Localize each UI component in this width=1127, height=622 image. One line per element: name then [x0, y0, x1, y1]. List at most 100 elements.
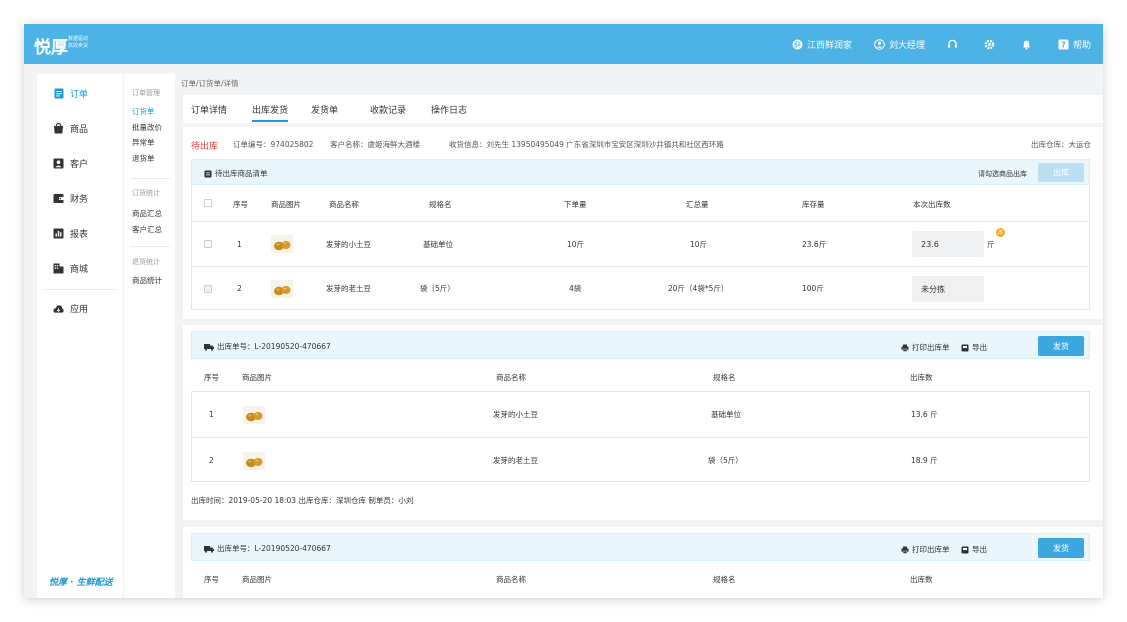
- pending-list-header: 待出库商品清单 请勾选商品出库 出库: [191, 159, 1090, 185]
- col-out-qty: 出库数: [910, 373, 933, 382]
- col-image: 商品图片: [242, 373, 272, 382]
- nav-label-goods: 商品: [70, 125, 89, 135]
- nav-item-customer[interactable]: 客户: [53, 157, 88, 170]
- col-index: 序号: [233, 200, 248, 209]
- receiver-info: 收货信息：刘先生 13950495049 广东省深圳市宝安区深圳沙井镇共和社区西…: [449, 140, 724, 149]
- print-outbound-button[interactable]: 打印出库单: [901, 544, 950, 555]
- subnav-item-exception[interactable]: 异常单: [132, 137, 155, 148]
- row-name: 发芽的小土豆: [493, 410, 538, 419]
- out-qty-input[interactable]: 23.6: [912, 231, 984, 257]
- tab-operation-log[interactable]: 操作日志: [431, 103, 467, 116]
- subnav-item-customer-summary[interactable]: 客户汇总: [132, 224, 162, 235]
- store-name: 江西鲜润家: [806, 40, 852, 51]
- shipment-card: 出库单号：L-20190520-470667 打印出库单 导出 发货 序号 商品…: [183, 325, 1103, 520]
- top-actions: 鲜 江西鲜润家 刘大经理 ? 帮助: [770, 24, 1091, 64]
- nav-item-order[interactable]: 订单: [53, 87, 88, 100]
- headset-icon: [947, 39, 958, 50]
- export-button[interactable]: 导出: [961, 342, 987, 353]
- potato-thumbnail: [271, 222, 293, 266]
- row-index: 1: [237, 239, 242, 249]
- settings-button[interactable]: [984, 39, 999, 50]
- tab-payment-record[interactable]: 收款记录: [370, 103, 406, 116]
- row-checkbox[interactable]: [204, 222, 212, 266]
- row-checkbox[interactable]: [204, 267, 212, 310]
- col-ordered: 下单量: [564, 200, 587, 209]
- help-icon: ?: [1058, 39, 1069, 50]
- nav-label-finance: 财务: [70, 195, 89, 205]
- shipment-table-header: 序号 商品图片 商品名称 规格名 出库数: [191, 561, 1090, 593]
- user-name: 刘大经理: [888, 40, 925, 51]
- col-out-qty: 本次出库数: [913, 200, 951, 209]
- outbound-button[interactable]: 出库: [1038, 163, 1084, 182]
- row-ordered: 4袋: [569, 284, 582, 293]
- row-index: 2: [209, 456, 214, 465]
- service-button[interactable]: [947, 39, 962, 50]
- detail-tabs: 订单详情 出库发货 发货单 收款记录 操作日志: [183, 95, 1103, 123]
- nav-item-report[interactable]: 报表: [53, 227, 88, 240]
- row-out-qty: 13.6 斤: [911, 410, 938, 419]
- row-summary: 20斤（4袋*5斤）: [668, 284, 729, 293]
- col-name: 商品名称: [329, 200, 359, 209]
- subnav-group-order: 订单管理: [132, 89, 160, 97]
- export-button[interactable]: 导出: [961, 544, 987, 555]
- nav-item-goods[interactable]: 商品: [53, 122, 88, 135]
- gear-icon: [984, 39, 995, 50]
- order-status: 待出库: [191, 142, 219, 152]
- subnav-item-returns[interactable]: 退货单: [132, 153, 155, 164]
- nav-divider: [45, 289, 115, 290]
- store-switcher[interactable]: 鲜 江西鲜润家: [792, 38, 852, 51]
- notification-button[interactable]: [1021, 39, 1036, 50]
- row-out-qty: 18.9 斤: [911, 456, 938, 465]
- table-row: 2 发芽的老土豆 袋（5斤） 18.9 斤: [192, 437, 1089, 483]
- nav-label-customer: 客户: [70, 160, 89, 170]
- export-icon: [961, 344, 969, 352]
- select-hint: 请勾选商品出库: [978, 170, 1027, 178]
- export-label: 导出: [972, 343, 987, 352]
- col-image: 商品图片: [271, 200, 301, 209]
- user-menu[interactable]: 刘大经理: [874, 38, 925, 51]
- ship-button[interactable]: 发货: [1038, 538, 1084, 558]
- subnav-item-goods-stats[interactable]: 商品统计: [132, 275, 162, 286]
- logo-tagline-2: 高效卖货: [68, 43, 89, 49]
- col-name: 商品名称: [496, 575, 526, 584]
- col-image: 商品图片: [242, 575, 272, 584]
- pending-list-title-text: 待出库商品清单: [215, 169, 268, 178]
- ship-button[interactable]: 发货: [1038, 336, 1084, 356]
- clipboard-icon: [204, 170, 212, 178]
- pending-outbound-card: 待出库 订单编号：974025802 客户名称：虞姬海鲜大酒楼 收货信息：刘先生…: [183, 127, 1103, 319]
- app-logo[interactable]: 悦厚: [34, 33, 68, 58]
- export-icon: [961, 546, 969, 554]
- active-tab-indicator: [252, 120, 288, 122]
- unsorted-status: 未分拣: [912, 276, 984, 302]
- pending-goods-table: 序号 商品图片 商品名称 规格名 下单量 汇总量 库存量 本次出库数 1 发芽的…: [191, 185, 1090, 310]
- bell-icon: [1021, 39, 1032, 50]
- col-spec: 规格名: [713, 373, 736, 382]
- shipment-number: 出库单号：L-20190520-470667: [204, 543, 331, 554]
- row-summary: 10斤: [690, 239, 708, 249]
- shipment-header: 出库单号：L-20190520-470667 打印出库单 导出 发货: [191, 331, 1090, 359]
- subnav-item-goods-summary[interactable]: 商品汇总: [132, 208, 162, 219]
- printer-icon: [901, 344, 909, 352]
- nav-item-mall[interactable]: 商城: [53, 262, 88, 275]
- shipment-header: 出库单号：L-20190520-470667 打印出库单 导出 发货: [191, 533, 1090, 561]
- print-outbound-button[interactable]: 打印出库单: [901, 342, 950, 353]
- order-number: 订单编号：974025802: [233, 140, 314, 149]
- select-all-checkbox[interactable]: [204, 199, 212, 207]
- row-index: 1: [209, 410, 214, 419]
- tab-order-detail[interactable]: 订单详情: [191, 103, 227, 116]
- nav-item-finance[interactable]: 财务: [53, 192, 88, 205]
- breadcrumb: 订单/订货单/详情: [181, 79, 239, 88]
- mall-icon: [53, 263, 64, 274]
- nav-item-apps[interactable]: 应用: [53, 302, 88, 315]
- printer-icon: [901, 546, 909, 554]
- table-row: 1 发芽的小土豆 基础单位 13.6 斤: [192, 392, 1089, 437]
- subnav-group-return-stats: 退货统计: [132, 258, 160, 266]
- subnav-item-batch-price[interactable]: 批量改价: [132, 122, 162, 133]
- subnav-item-order-list[interactable]: 订货单: [132, 106, 155, 117]
- store-icon: 鲜: [792, 39, 803, 50]
- tab-outbound[interactable]: 出库发货: [252, 103, 288, 116]
- help-button[interactable]: ? 帮助: [1058, 38, 1091, 51]
- modified-badge: 改: [996, 228, 1005, 237]
- pending-list-title: 待出库商品清单: [204, 168, 268, 179]
- tab-delivery-note[interactable]: 发货单: [311, 103, 338, 116]
